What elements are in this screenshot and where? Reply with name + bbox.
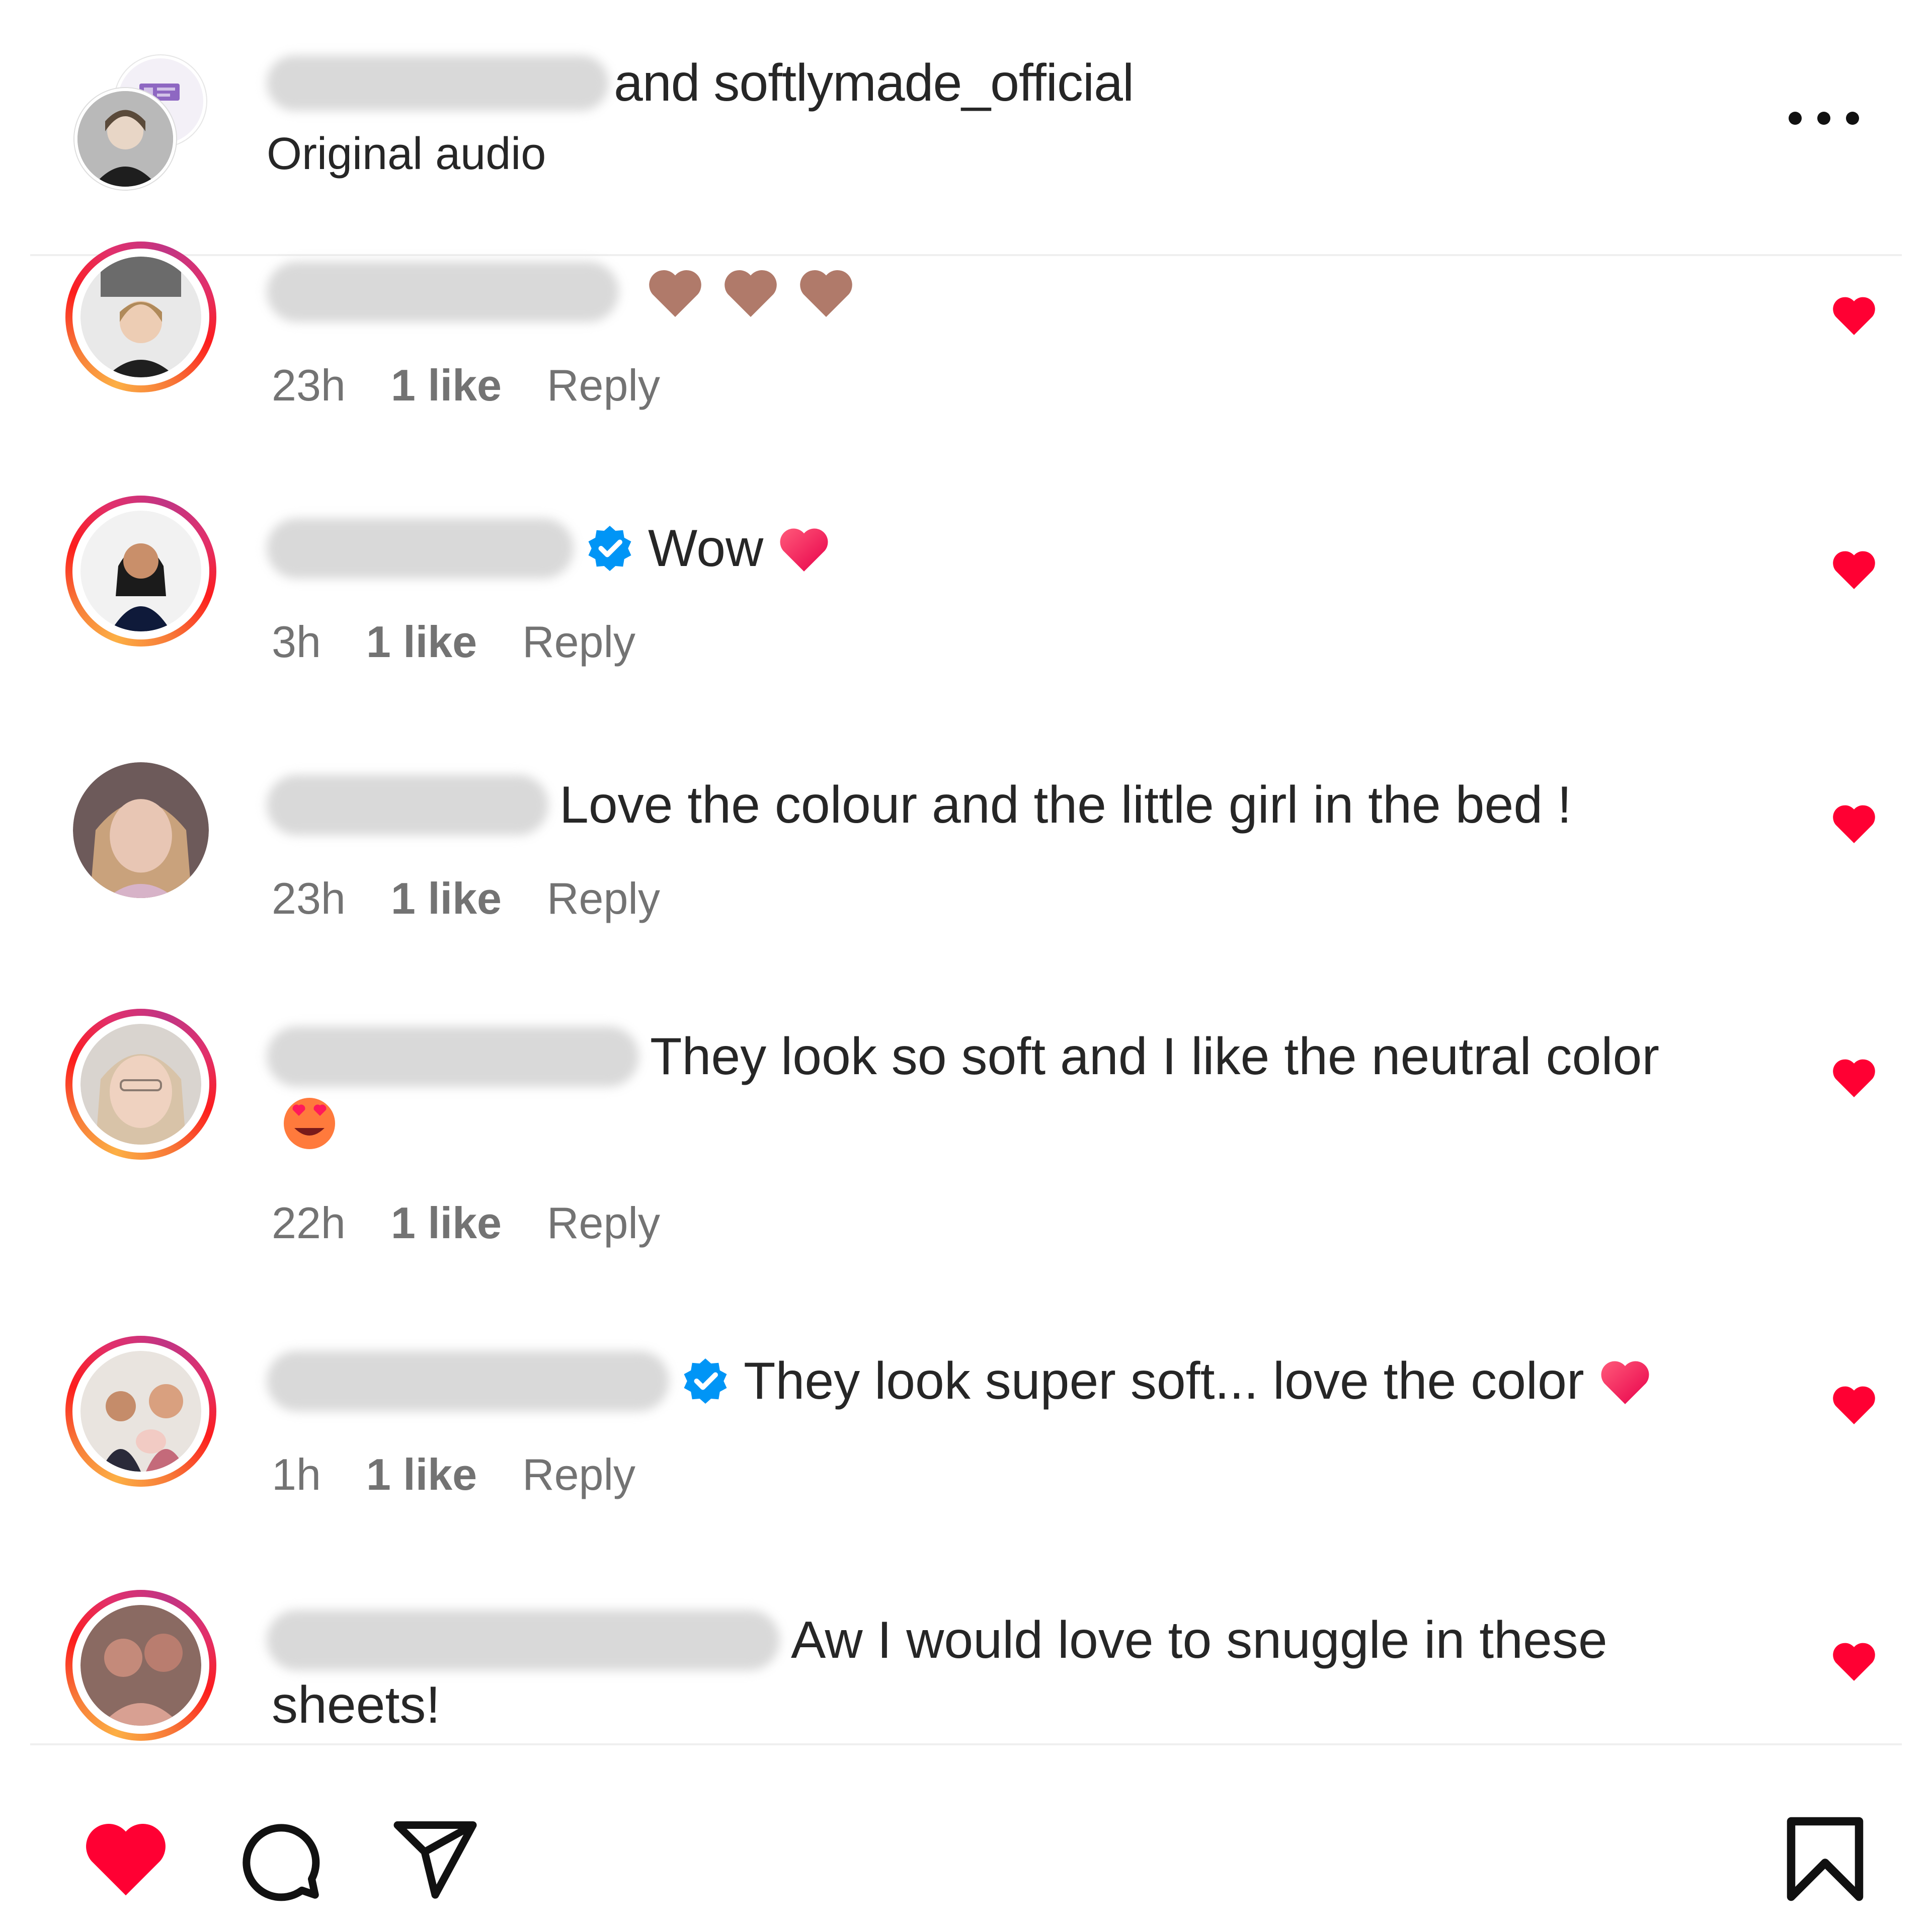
person-photo-icon (80, 1605, 201, 1726)
dot (1817, 112, 1830, 125)
commenter-avatar[interactable] (65, 242, 216, 392)
person-photo-icon (80, 257, 201, 377)
comment-text: They look super soft... love the color (744, 1351, 1584, 1410)
comment-meta: 3h 1 like Reply (272, 616, 635, 668)
commenter-avatar[interactable] (65, 1009, 216, 1160)
person-photo-icon (80, 1024, 201, 1145)
comment-likes[interactable]: 1 like (366, 616, 477, 668)
comment-time: 1h (272, 1450, 321, 1499)
comment-body (267, 262, 856, 322)
comment-time: 23h (272, 873, 346, 923)
comment-time: 23h (272, 360, 346, 410)
heart-filled-icon[interactable] (1829, 1638, 1879, 1683)
comment-body: Love the colour and the little girl in t… (267, 775, 1572, 835)
redacted-username (267, 1026, 639, 1087)
heart-filled-icon[interactable] (1829, 1381, 1879, 1426)
redacted-username (267, 55, 609, 111)
share-icon[interactable] (390, 1814, 480, 1904)
reply-button[interactable]: Reply (522, 616, 635, 668)
reply-button[interactable]: Reply (522, 1449, 635, 1500)
brown-heart-emoji-icon (800, 270, 852, 317)
collab-avatars[interactable] (74, 55, 210, 191)
reel-header: and softlymade_official Original audio (0, 0, 1932, 254)
red-heart-emoji-icon (780, 528, 828, 572)
verified-badge-icon (588, 526, 631, 571)
comment-icon[interactable] (234, 1814, 325, 1904)
redacted-username (267, 1610, 780, 1670)
bookmark-icon[interactable] (1784, 1814, 1867, 1904)
comment-body: Aw I would love to snuggle in these (267, 1610, 1607, 1670)
heart-filled-icon[interactable] (1829, 1054, 1879, 1099)
dot (1789, 112, 1802, 125)
person-photo-icon (80, 511, 201, 631)
reply-button[interactable]: Reply (547, 360, 660, 411)
user-avatar[interactable] (74, 88, 176, 190)
comment-text: Aw I would love to snuggle in these (791, 1611, 1607, 1669)
redacted-username (267, 262, 619, 322)
comment-body: They look so soft and I like the neutral… (267, 1026, 1659, 1087)
comment-body: They look super soft... love the color (267, 1351, 1653, 1411)
comment-likes[interactable]: 1 like (366, 1449, 477, 1500)
commenter-avatar[interactable] (65, 1336, 216, 1487)
redacted-username (267, 1351, 669, 1411)
red-heart-emoji-icon (1601, 1361, 1649, 1404)
more-options-button[interactable] (1789, 96, 1859, 141)
comment-body: Wow (267, 518, 832, 579)
redacted-username (267, 775, 548, 835)
heart-filled-icon[interactable] (1829, 800, 1879, 845)
heart-eyes-emoji-icon (284, 1098, 335, 1149)
comment-text: Love the colour and the little girl in t… (559, 775, 1572, 834)
family-photo-icon (80, 1351, 201, 1472)
dot (1846, 112, 1859, 125)
person-photo-icon (73, 762, 209, 898)
audio-label[interactable]: Original audio (267, 128, 546, 180)
commenter-avatar[interactable] (65, 755, 216, 906)
comments-screen: and softlymade_official Original audio 2… (0, 0, 1932, 1932)
comment-likes[interactable]: 1 like (391, 1197, 502, 1249)
comment-meta: 22h 1 like Reply (272, 1197, 660, 1249)
comment-meta: 1h 1 like Reply (272, 1449, 635, 1500)
comment-text-continued: sheets! (272, 1676, 441, 1734)
heart-filled-icon[interactable] (78, 1814, 174, 1899)
footer-divider (30, 1743, 1902, 1745)
commenter-avatar[interactable] (65, 1590, 216, 1741)
redacted-username (267, 518, 574, 579)
action-bar (0, 1771, 1932, 1932)
comment-text: Wow (648, 519, 764, 578)
heart-filled-icon[interactable] (1829, 546, 1879, 591)
heart-filled-icon[interactable] (1829, 292, 1879, 337)
comment-text: They look so soft and I like the neutral… (650, 1027, 1659, 1086)
comment-meta: 23h 1 like Reply (272, 873, 660, 924)
verified-badge-icon (684, 1358, 727, 1404)
comment-time: 22h (272, 1198, 346, 1248)
header-title[interactable]: and softlymade_official (267, 50, 1134, 116)
header-title-text: and softlymade_official (614, 53, 1134, 112)
comment-time: 3h (272, 617, 321, 667)
reply-button[interactable]: Reply (547, 873, 660, 924)
reply-button[interactable]: Reply (547, 1197, 660, 1249)
commenter-avatar[interactable] (65, 496, 216, 647)
comment-likes[interactable]: 1 like (391, 360, 502, 411)
person-photo-icon (77, 91, 173, 187)
brown-heart-emoji-icon (649, 270, 701, 317)
brown-heart-emoji-icon (725, 270, 777, 317)
comment-meta: 23h 1 like Reply (272, 360, 660, 411)
comment-likes[interactable]: 1 like (391, 873, 502, 924)
header-divider (30, 254, 1902, 256)
